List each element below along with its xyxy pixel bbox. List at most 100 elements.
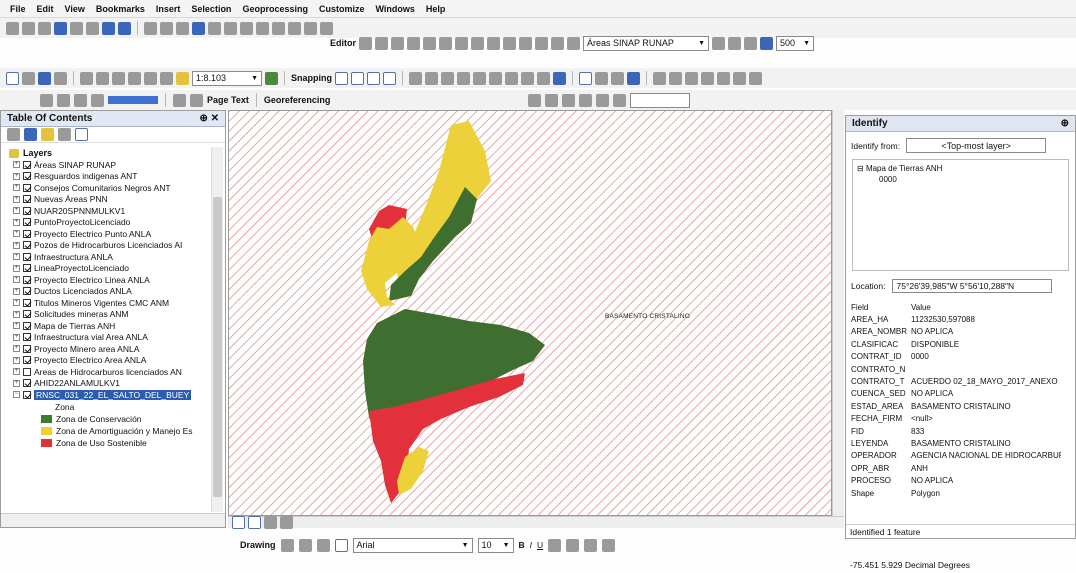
expand-icon[interactable]: + bbox=[13, 368, 20, 376]
layer-item[interactable]: + Titulos Mineros Vigentes CMC ANM bbox=[1, 297, 208, 309]
print-icon[interactable] bbox=[54, 71, 67, 85]
catalog-icon[interactable] bbox=[425, 71, 438, 85]
identify-from-select[interactable]: <Top-most layer> bbox=[906, 138, 1047, 153]
page-text-menu[interactable]: Page Text bbox=[207, 95, 249, 105]
full-extent-icon[interactable] bbox=[54, 21, 67, 35]
expand-icon[interactable]: + bbox=[13, 161, 20, 169]
flag-icon[interactable] bbox=[717, 71, 730, 85]
layer-item[interactable]: − RNSC_031_22_EL_SALTO_DEL_BUEY bbox=[1, 389, 208, 401]
straight-segment-icon[interactable] bbox=[391, 36, 404, 50]
rotate-raster-icon[interactable] bbox=[562, 93, 576, 107]
tree-root-item[interactable]: ⊟ Mapa de Tierras ANH bbox=[857, 164, 1064, 173]
solve-icon[interactable] bbox=[749, 71, 762, 85]
expand-icon[interactable]: + bbox=[13, 299, 20, 307]
menu-edit[interactable]: Edit bbox=[37, 4, 54, 14]
scale-raster-icon[interactable] bbox=[596, 93, 610, 107]
zoom-in-icon[interactable] bbox=[6, 21, 19, 35]
first-page-icon[interactable] bbox=[91, 93, 104, 107]
reshape-icon[interactable] bbox=[471, 36, 484, 50]
scroll-thumb[interactable] bbox=[213, 197, 222, 497]
delete-icon[interactable] bbox=[128, 71, 141, 85]
previous-page-icon[interactable] bbox=[74, 93, 87, 107]
attribute-row[interactable]: CUENCA_SED NO APLICA bbox=[851, 388, 1061, 400]
list-by-source-icon[interactable] bbox=[24, 128, 37, 141]
attribute-row[interactable]: Shape Polygon bbox=[851, 487, 1061, 499]
edit-vertices-icon[interactable] bbox=[455, 36, 468, 50]
layer-item[interactable]: + Areas de Hidrocarburos licenciados AN bbox=[1, 366, 208, 378]
endpoint-arc-icon[interactable] bbox=[407, 36, 420, 50]
layer-visibility-checkbox[interactable] bbox=[23, 356, 31, 365]
layer-visibility-checkbox[interactable] bbox=[23, 379, 31, 388]
data-view-icon[interactable] bbox=[595, 71, 608, 85]
refresh-icon[interactable] bbox=[611, 71, 624, 85]
target-layer-select[interactable]: Áreas SINAP RUNAP ▼ bbox=[583, 35, 709, 51]
add-control-points-icon[interactable] bbox=[528, 93, 542, 107]
expand-icon[interactable]: + bbox=[13, 230, 20, 238]
layer-visibility-checkbox[interactable] bbox=[23, 390, 31, 399]
select-elements-icon[interactable] bbox=[176, 21, 189, 35]
options-icon[interactable] bbox=[75, 128, 88, 141]
expand-icon[interactable]: + bbox=[13, 276, 20, 284]
drawing-menu[interactable]: Drawing bbox=[240, 540, 276, 550]
paste-icon[interactable] bbox=[112, 71, 125, 85]
data-view-button[interactable] bbox=[232, 516, 245, 529]
redo-icon[interactable] bbox=[160, 71, 173, 85]
attribute-row[interactable]: PROCESO NO APLICA bbox=[851, 474, 1061, 486]
layer-visibility-checkbox[interactable] bbox=[23, 344, 31, 353]
pin-close-icons[interactable]: ⊕ ✕ bbox=[199, 113, 219, 124]
layer-item[interactable]: + LineaProyectoLicenciado bbox=[1, 263, 208, 275]
expand-icon[interactable]: + bbox=[13, 287, 20, 295]
editor-toolbar-icon[interactable] bbox=[265, 71, 278, 85]
forward-extent-icon[interactable] bbox=[118, 21, 131, 35]
expand-icon[interactable]: + bbox=[13, 356, 20, 364]
end-snapping-icon[interactable] bbox=[351, 71, 364, 85]
marker-color-icon[interactable] bbox=[602, 538, 616, 552]
layer-item[interactable]: + NUAR20SPNNMULKV1 bbox=[1, 205, 208, 217]
color-picker-icon[interactable] bbox=[553, 71, 566, 85]
line-color-icon[interactable] bbox=[584, 538, 598, 552]
layout-icon[interactable] bbox=[579, 71, 592, 85]
layer-visibility-checkbox[interactable] bbox=[23, 321, 31, 330]
snapping-menu[interactable]: Snapping bbox=[291, 73, 332, 83]
attributes-icon[interactable] bbox=[535, 36, 548, 50]
topology-icon[interactable] bbox=[653, 71, 666, 85]
expand-icon[interactable]: + bbox=[13, 322, 20, 330]
layer-item[interactable]: + Proyecto Electrico Linea ANLA bbox=[1, 274, 208, 286]
open-icon[interactable] bbox=[22, 71, 35, 85]
fixed-zoom-in-icon[interactable] bbox=[70, 21, 83, 35]
attribute-row[interactable]: ESTAD_AREA BASAMENTO CRISTALINO bbox=[851, 400, 1061, 412]
network-icon[interactable] bbox=[685, 71, 698, 85]
attribute-row[interactable]: FECHA_FIRM <null> bbox=[851, 413, 1061, 425]
font-select[interactable]: Arial ▼ bbox=[352, 537, 473, 553]
attribute-row[interactable]: CONTRATO_T ACUERDO 02_18_MAYO_2017_ANEXO bbox=[851, 375, 1061, 387]
layer-visibility-checkbox[interactable] bbox=[23, 333, 31, 342]
list-by-visibility-icon[interactable] bbox=[41, 128, 54, 141]
attribute-row[interactable]: CONTRAT_ID 0000 bbox=[851, 351, 1061, 363]
layer-visibility-checkbox[interactable] bbox=[23, 241, 31, 250]
layer-visibility-checkbox[interactable] bbox=[23, 183, 31, 192]
attribute-row[interactable]: FID 833 bbox=[851, 425, 1061, 437]
flicker-icon[interactable] bbox=[744, 36, 757, 50]
layer-visibility-checkbox[interactable] bbox=[23, 206, 31, 215]
scale-field[interactable]: 1:8.103 ▼ bbox=[192, 70, 262, 86]
rotate-element-icon[interactable] bbox=[298, 538, 312, 552]
next-page-icon[interactable] bbox=[173, 93, 186, 107]
copy-icon[interactable] bbox=[96, 71, 109, 85]
new-document-icon[interactable] bbox=[6, 71, 19, 85]
expand-icon[interactable]: + bbox=[13, 207, 20, 215]
map-view[interactable]: BASAMENTO CRISTALINO bbox=[228, 110, 832, 516]
undo-icon[interactable] bbox=[144, 71, 157, 85]
list-by-drawing-order-icon[interactable] bbox=[7, 128, 20, 141]
point-icon[interactable] bbox=[439, 36, 452, 50]
attribute-row[interactable]: LEYENDA BASAMENTO CRISTALINO bbox=[851, 437, 1061, 449]
layer-item[interactable]: + Solicitudes mineras ANM bbox=[1, 309, 208, 321]
menu-file[interactable]: File bbox=[10, 4, 26, 14]
layout-view-button[interactable] bbox=[248, 516, 261, 529]
expand-icon[interactable]: + bbox=[13, 195, 20, 203]
layers-root[interactable]: Layers bbox=[1, 147, 208, 159]
attribute-row[interactable]: AREA_NOMBR NO APLICA bbox=[851, 326, 1061, 338]
expand-icon[interactable]: + bbox=[13, 333, 20, 341]
layer-visibility-checkbox[interactable] bbox=[23, 367, 31, 376]
toc-vertical-scrollbar[interactable] bbox=[211, 147, 223, 512]
map-canvas[interactable] bbox=[229, 111, 832, 516]
